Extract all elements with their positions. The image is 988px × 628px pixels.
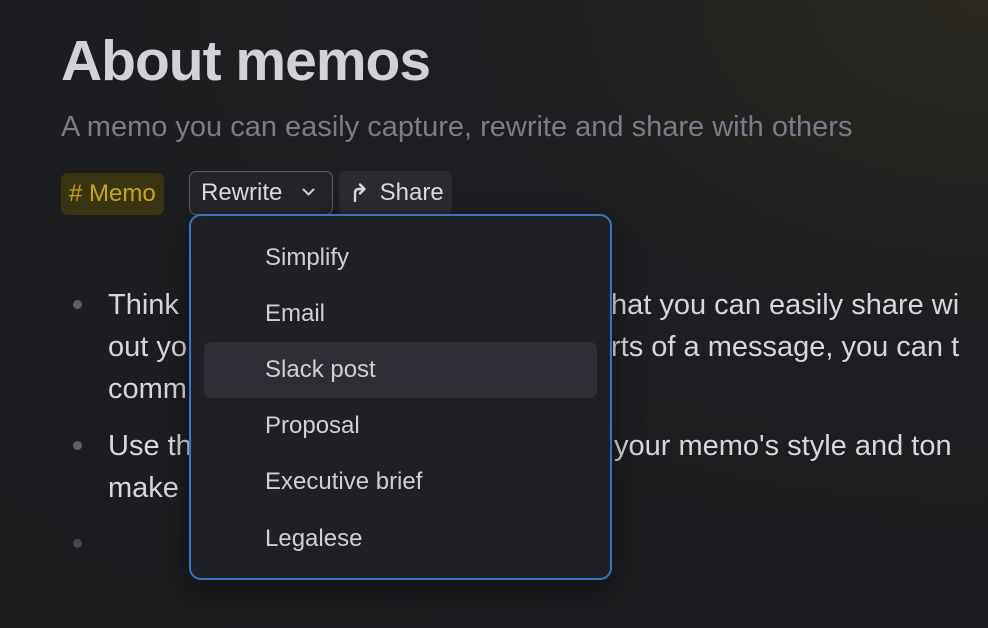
menu-item-proposal[interactable]: Proposal (204, 398, 597, 454)
menu-item-executive-brief[interactable]: Executive brief (204, 454, 597, 510)
rewrite-button[interactable]: Rewrite (189, 171, 333, 215)
bullet-dot-empty (73, 539, 82, 548)
bullet-dot (73, 300, 82, 309)
menu-item-email[interactable]: Email (204, 286, 597, 342)
share-button-label: Share (379, 179, 444, 206)
bullet-text-left: Use th (108, 430, 192, 462)
menu-item-legalese[interactable]: Legalese (204, 511, 597, 567)
bullet-text-left: make (108, 472, 179, 504)
bullet-text-left: out yo (108, 331, 187, 363)
bullet-text-right: your memo's style and ton (614, 430, 952, 462)
bullet-text-right: rts of a message, you can t (611, 331, 960, 363)
page-subtitle: A memo you can easily capture, rewrite a… (61, 111, 853, 143)
share-icon (353, 182, 366, 202)
bullet-dot (73, 441, 82, 450)
rewrite-button-label: Rewrite (201, 179, 283, 206)
memo-tag[interactable]: # Memo (61, 173, 164, 215)
rewrite-dropdown-menu: Simplify Email Slack post Proposal Execu… (189, 214, 612, 580)
menu-item-simplify[interactable]: Simplify (204, 230, 597, 286)
bullet-text-left: comm (108, 373, 187, 405)
menu-item-slack-post[interactable]: Slack post (204, 342, 597, 398)
share-button[interactable]: Share (339, 171, 452, 215)
bullet-text-right: hat you can easily share wi (611, 289, 960, 321)
bullet-text-left: Think (108, 289, 179, 321)
page-title: About memos (61, 29, 431, 93)
chevron-down-icon (302, 188, 315, 196)
